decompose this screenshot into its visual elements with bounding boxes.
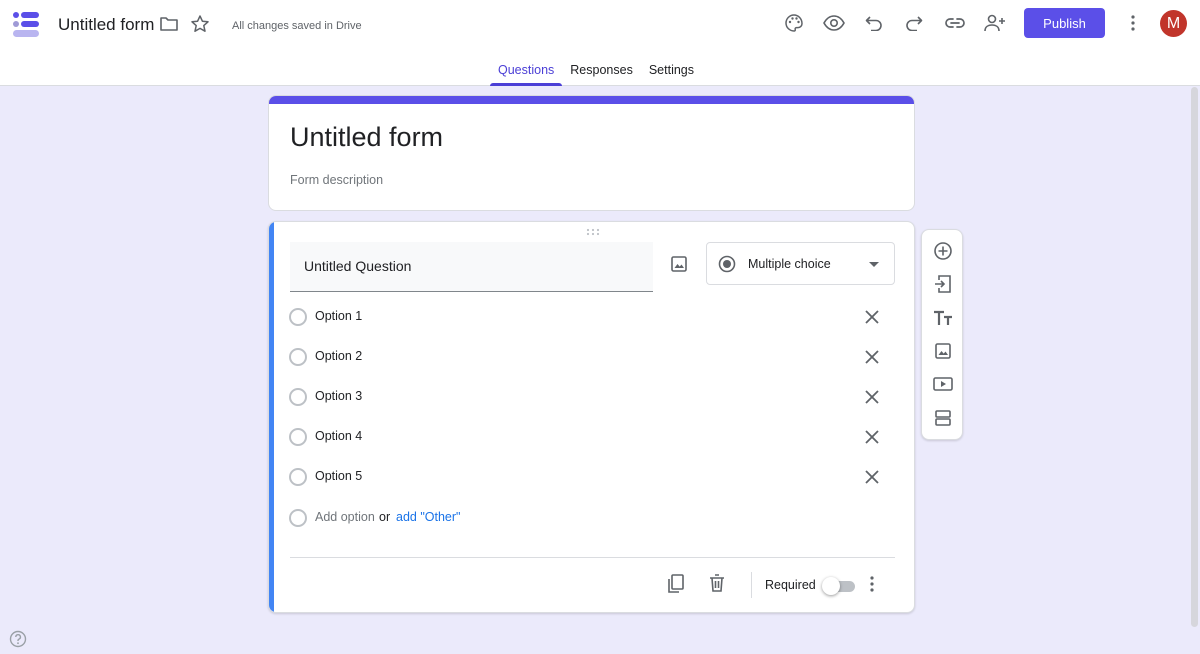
theme-stripe (269, 96, 914, 104)
question-title-field[interactable]: Untitled Question (290, 242, 653, 292)
option-radio-icon (289, 509, 307, 527)
dropdown-arrow-icon (869, 262, 879, 267)
option-label[interactable]: Option 5 (315, 469, 362, 483)
required-toggle[interactable] (822, 577, 855, 595)
save-status: All changes saved in Drive (232, 20, 362, 32)
required-label: Required (765, 578, 816, 592)
delete-icon[interactable] (709, 574, 725, 592)
option-label[interactable]: Option 4 (315, 429, 362, 443)
undo-icon[interactable] (862, 11, 886, 35)
question-more-vert-icon[interactable] (869, 576, 875, 592)
add-other-link[interactable]: add "Other" (396, 510, 460, 524)
remove-option-icon[interactable] (865, 310, 879, 324)
question-type-dropdown[interactable]: Multiple choice (706, 242, 895, 285)
footer-divider (751, 572, 752, 598)
star-icon[interactable] (190, 14, 210, 34)
option-radio-icon (289, 348, 307, 366)
add-question-icon[interactable] (932, 240, 954, 262)
link-icon[interactable] (943, 11, 967, 35)
option-row: Option 2 (289, 345, 889, 369)
option-label[interactable]: Option 1 (315, 309, 362, 323)
remove-option-icon[interactable] (865, 350, 879, 364)
page-scrollbar[interactable] (1191, 87, 1198, 627)
add-image-icon[interactable] (932, 340, 954, 362)
more-vert-icon[interactable] (1121, 11, 1145, 35)
question-title: Untitled Question (304, 258, 412, 274)
add-option-row: Add option or add "Other" (289, 506, 889, 530)
option-radio-icon (289, 308, 307, 326)
option-radio-icon (289, 428, 307, 446)
remove-option-icon[interactable] (865, 470, 879, 484)
option-label[interactable]: Option 3 (315, 389, 362, 403)
form-header-card: Untitled form Form description (268, 95, 915, 211)
option-row: Option 4 (289, 425, 889, 449)
form-tabs: Questions Responses Settings (490, 58, 702, 86)
option-radio-icon (289, 468, 307, 486)
tab-settings[interactable]: Settings (641, 58, 702, 86)
option-row: Option 3 (289, 385, 889, 409)
publish-button[interactable]: Publish (1024, 8, 1105, 38)
multiple-choice-icon (718, 255, 736, 273)
option-radio-icon (289, 388, 307, 406)
add-video-icon[interactable] (932, 373, 954, 395)
question-footer-divider (290, 557, 895, 558)
tab-responses[interactable]: Responses (562, 58, 641, 86)
help-icon[interactable] (9, 630, 27, 648)
floating-toolbar (921, 229, 963, 440)
option-row: Option 5 (289, 465, 889, 489)
toggle-knob (822, 577, 840, 595)
add-option-button[interactable]: Add option (315, 510, 375, 524)
add-collaborator-icon[interactable] (983, 11, 1007, 35)
add-section-icon[interactable] (932, 407, 954, 429)
remove-option-icon[interactable] (865, 390, 879, 404)
preview-eye-icon[interactable] (822, 11, 846, 35)
form-description-field[interactable]: Form description (290, 173, 383, 187)
option-label[interactable]: Option 2 (315, 349, 362, 363)
document-title[interactable]: Untitled form (58, 15, 154, 35)
import-questions-icon[interactable] (932, 273, 954, 295)
forms-logo-icon[interactable] (11, 11, 41, 39)
or-separator: or (379, 510, 391, 524)
active-question-indicator (269, 222, 274, 612)
add-title-icon[interactable] (932, 307, 954, 329)
duplicate-icon[interactable] (667, 574, 685, 594)
move-to-folder-icon[interactable] (159, 15, 179, 33)
add-image-icon[interactable] (669, 254, 689, 274)
option-row: Option 1 (289, 305, 889, 329)
top-bar: Untitled form All changes saved in Drive… (0, 0, 1200, 86)
question-card[interactable]: Untitled Question Multiple choice Option… (268, 221, 915, 613)
drag-handle-icon[interactable] (586, 228, 600, 236)
redo-icon[interactable] (902, 11, 926, 35)
tab-questions[interactable]: Questions (490, 58, 563, 86)
question-type-label: Multiple choice (748, 257, 831, 271)
avatar[interactable]: M (1160, 10, 1187, 37)
form-title[interactable]: Untitled form (290, 122, 443, 153)
remove-option-icon[interactable] (865, 430, 879, 444)
palette-icon[interactable] (782, 11, 806, 35)
